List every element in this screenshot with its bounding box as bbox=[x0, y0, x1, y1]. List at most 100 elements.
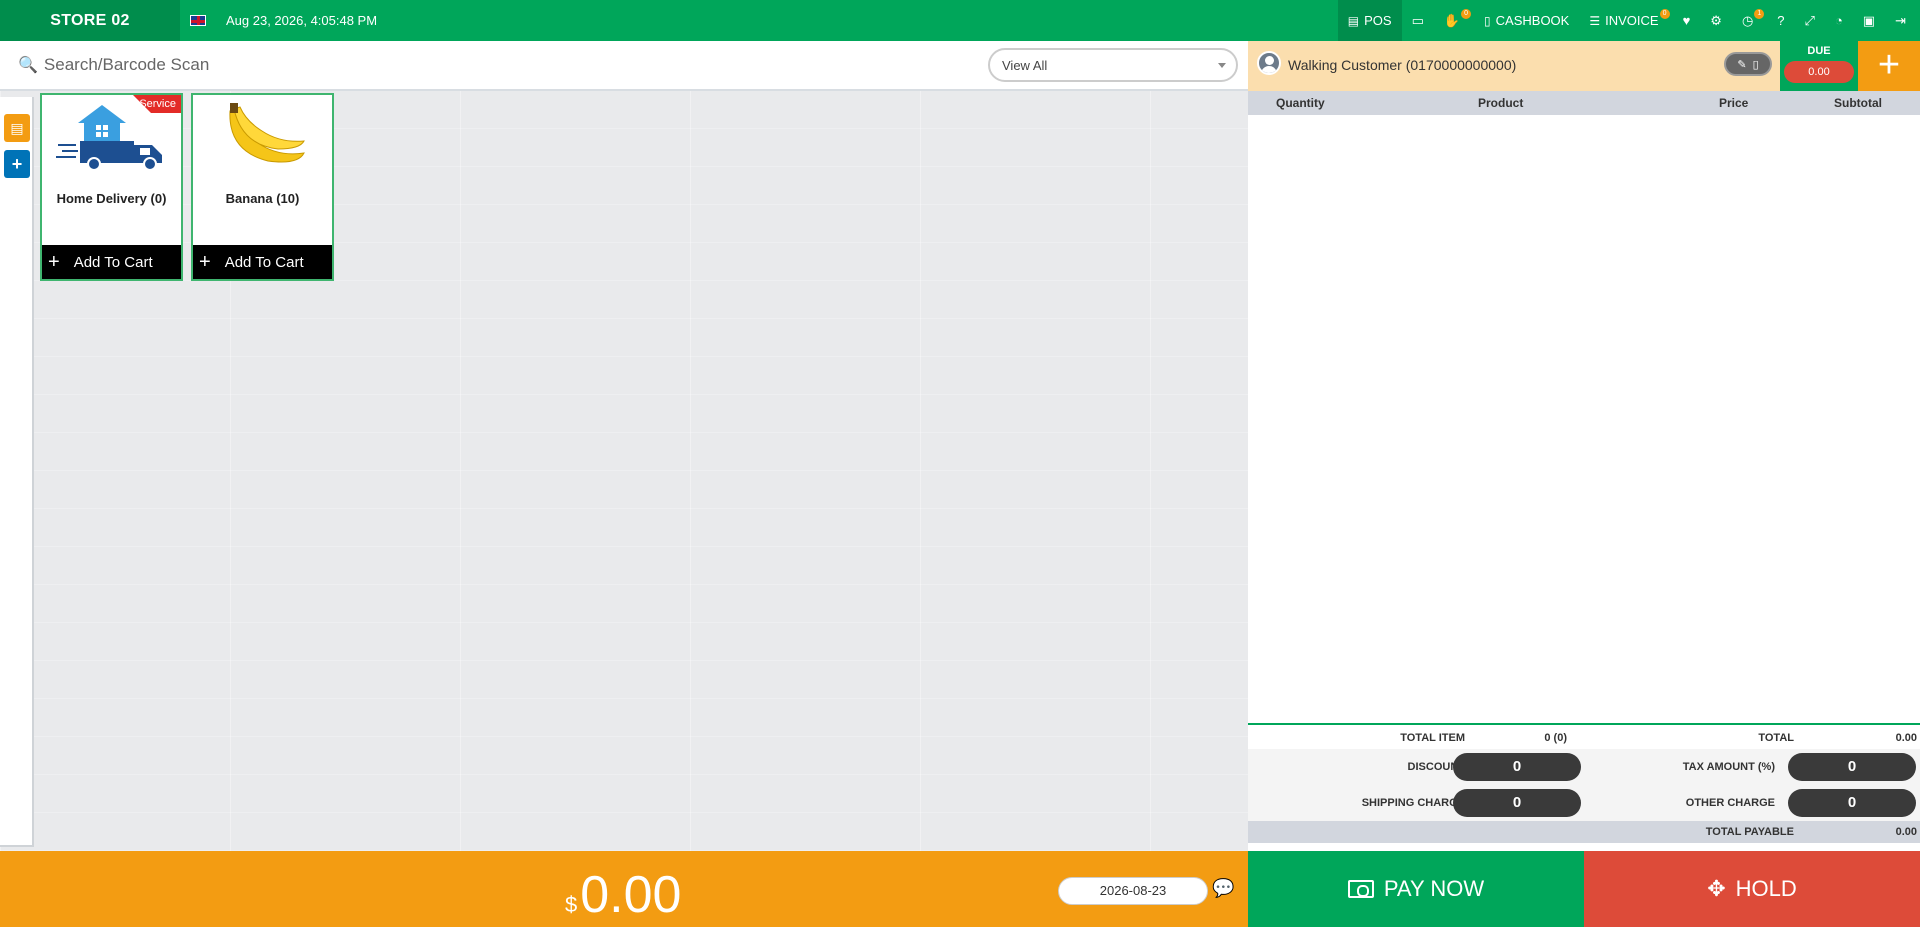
nav-favorite[interactable]: ♥ bbox=[1673, 0, 1701, 41]
total-payable-row: TOTAL PAYABLE 0.00 bbox=[1248, 821, 1920, 843]
product-card-banana[interactable]: Banana (10) + Add To Cart bbox=[191, 93, 334, 281]
help-icon: ? bbox=[1777, 13, 1785, 28]
nav-cashbook[interactable]: ▯ CASHBOOK bbox=[1474, 0, 1579, 41]
add-to-cart-button[interactable]: + Add To Cart bbox=[42, 245, 181, 279]
total-value: 0.00 bbox=[1895, 732, 1917, 744]
due-box: DUE 0.00 bbox=[1780, 41, 1858, 91]
discount-row: DISCOUNT 0 TAX AMOUNT (%) 0 bbox=[1248, 749, 1920, 785]
list-icon: ☰ bbox=[1589, 13, 1601, 28]
cart-items-list bbox=[1248, 115, 1920, 725]
column-subtotal: Subtotal bbox=[1834, 96, 1882, 110]
pie-chart-icon: ◔ bbox=[1834, 13, 1843, 28]
category-filter-value: View All bbox=[1002, 57, 1048, 73]
due-value: 0.00 bbox=[1784, 61, 1854, 83]
shipping-label: SHIPPING CHARGE bbox=[1361, 797, 1465, 809]
total-item-label: TOTAL ITEM bbox=[1400, 732, 1465, 744]
crosshair-icon: ✥ bbox=[1707, 876, 1726, 901]
nav-clock[interactable]: ◷ 1 bbox=[1732, 0, 1767, 41]
payable-amount-display: $ 0.00 bbox=[565, 865, 681, 925]
total-payable-label: TOTAL PAYABLE bbox=[1705, 826, 1794, 838]
keyboard-icon: ▭ bbox=[1411, 12, 1424, 28]
discount-input[interactable]: 0 bbox=[1453, 753, 1581, 781]
hold-label: HOLD bbox=[1735, 876, 1797, 901]
hold-button[interactable]: ✥ HOLD bbox=[1584, 851, 1920, 927]
nav-invoice[interactable]: ☰ INVOICE 0 bbox=[1579, 0, 1672, 41]
nav-help[interactable]: ? bbox=[1767, 0, 1794, 41]
search-input[interactable] bbox=[43, 55, 744, 75]
customer-bar: Walking Customer (0170000000000) ✎ ▯ DUE… bbox=[1248, 41, 1920, 91]
column-price: Price bbox=[1719, 96, 1749, 110]
top-nav: ▤ POS ▭ ✋ 0 ▯ CASHBOOK ☰ INVOICE 0 ♥ ⚙ ◷… bbox=[1337, 0, 1920, 41]
clock-badge: 1 bbox=[1754, 9, 1765, 19]
plus-icon: + bbox=[1877, 44, 1901, 86]
avatar bbox=[1257, 51, 1281, 75]
nav-invoice-label: INVOICE bbox=[1605, 13, 1659, 28]
add-customer-button[interactable]: + bbox=[1858, 41, 1920, 91]
currency-symbol: $ bbox=[565, 892, 578, 917]
add-to-cart-button[interactable]: + Add To Cart bbox=[193, 245, 332, 279]
bottom-bar: $ 0.00 2026-08-23 💬 bbox=[0, 851, 1248, 927]
lock-icon: ▣ bbox=[1862, 12, 1876, 28]
shipping-row: SHIPPING CHARGE 0 OTHER CHARGE 0 bbox=[1248, 785, 1920, 821]
column-product: Product bbox=[1478, 96, 1524, 110]
chevron-down-icon bbox=[1218, 63, 1226, 68]
other-charge-label: OTHER CHARGE bbox=[1685, 797, 1775, 809]
expand-icon: ⤢ bbox=[1804, 12, 1815, 28]
add-to-cart-label: Add To Cart bbox=[224, 253, 304, 271]
nav-report[interactable]: ◔ bbox=[1825, 0, 1853, 41]
category-filter-select[interactable]: View All bbox=[988, 48, 1238, 82]
nav-lock[interactable]: ▣ bbox=[1853, 0, 1885, 41]
clock-icon: ◷ bbox=[1741, 12, 1754, 28]
uk-flag-icon[interactable] bbox=[190, 15, 206, 26]
search-bar: 🔍 View All bbox=[0, 41, 1248, 91]
mobile-icon[interactable]: ▯ bbox=[1753, 58, 1759, 71]
edit-icon[interactable]: ✎ bbox=[1737, 58, 1746, 71]
nav-settings[interactable]: ⚙ bbox=[1700, 0, 1732, 41]
logout-icon: ⇥ bbox=[1895, 12, 1906, 28]
search-icon: 🔍 bbox=[18, 57, 38, 74]
current-datetime: Aug 23, 2026, 4:05:48 PM bbox=[226, 13, 378, 28]
customer-tools: ✎ ▯ bbox=[1724, 52, 1772, 76]
nav-pos[interactable]: ▤ POS bbox=[1337, 0, 1402, 41]
hand-badge: 0 bbox=[1461, 9, 1472, 19]
tax-input[interactable]: 0 bbox=[1788, 753, 1916, 781]
add-product-button[interactable]: + bbox=[4, 150, 30, 178]
product-card-home-delivery[interactable]: Service Home Delivery (0) + Add To Cart bbox=[40, 93, 183, 281]
cart-table-header: Quantity Product Price Subtotal bbox=[1248, 91, 1920, 115]
product-name: Home Delivery (0) bbox=[56, 191, 167, 206]
nav-hand[interactable]: ✋ 0 bbox=[1434, 0, 1474, 41]
plus-icon: + bbox=[11, 153, 23, 174]
nav-keyboard[interactable]: ▭ bbox=[1402, 0, 1434, 41]
payable-amount: 0.00 bbox=[580, 866, 682, 924]
total-label: TOTAL bbox=[1758, 732, 1794, 744]
totals-section: TOTAL ITEM 0 (0) TOTAL 0.00 DISCOUNT 0 T… bbox=[1248, 727, 1920, 843]
customer-name[interactable]: Walking Customer (0170000000000) bbox=[1288, 57, 1516, 73]
gift-card-button[interactable]: ▤ bbox=[4, 114, 30, 142]
pay-now-button[interactable]: PAY NOW bbox=[1248, 851, 1584, 927]
gear-icon: ⚙ bbox=[1710, 12, 1722, 28]
plus-icon: + bbox=[199, 250, 211, 273]
invoice-badge: 0 bbox=[1659, 9, 1670, 19]
total-item-value: 0 (0) bbox=[1544, 732, 1567, 744]
product-name: Banana (10) bbox=[225, 191, 300, 206]
add-to-cart-label: Add To Cart bbox=[73, 253, 153, 271]
product-grid: ▤ + Service Home Delivery (0) + Add To C… bbox=[0, 91, 1248, 851]
receipt-icon: ▤ bbox=[1347, 13, 1360, 28]
comment-icon[interactable]: 💬 bbox=[1212, 878, 1234, 899]
book-icon: ▯ bbox=[1484, 13, 1491, 28]
shipping-input[interactable]: 0 bbox=[1453, 789, 1581, 817]
nav-logout[interactable]: ⇥ bbox=[1885, 0, 1920, 41]
nav-pos-label: POS bbox=[1364, 13, 1392, 28]
left-rail: ▤ + bbox=[0, 97, 34, 847]
other-charge-input[interactable]: 0 bbox=[1788, 789, 1916, 817]
card-icon: ▤ bbox=[10, 119, 24, 136]
cart-panel: Walking Customer (0170000000000) ✎ ▯ DUE… bbox=[1248, 41, 1920, 851]
pay-now-label: PAY NOW bbox=[1383, 876, 1485, 901]
heart-icon: ♥ bbox=[1682, 13, 1691, 28]
column-quantity: Quantity bbox=[1276, 96, 1325, 110]
banana-image bbox=[193, 95, 332, 177]
invoice-date-input[interactable]: 2026-08-23 bbox=[1058, 877, 1208, 905]
store-name[interactable]: STORE 02 bbox=[0, 0, 180, 41]
nav-cashbook-label: CASHBOOK bbox=[1495, 13, 1570, 28]
nav-fullscreen[interactable]: ⤢ bbox=[1795, 0, 1825, 41]
